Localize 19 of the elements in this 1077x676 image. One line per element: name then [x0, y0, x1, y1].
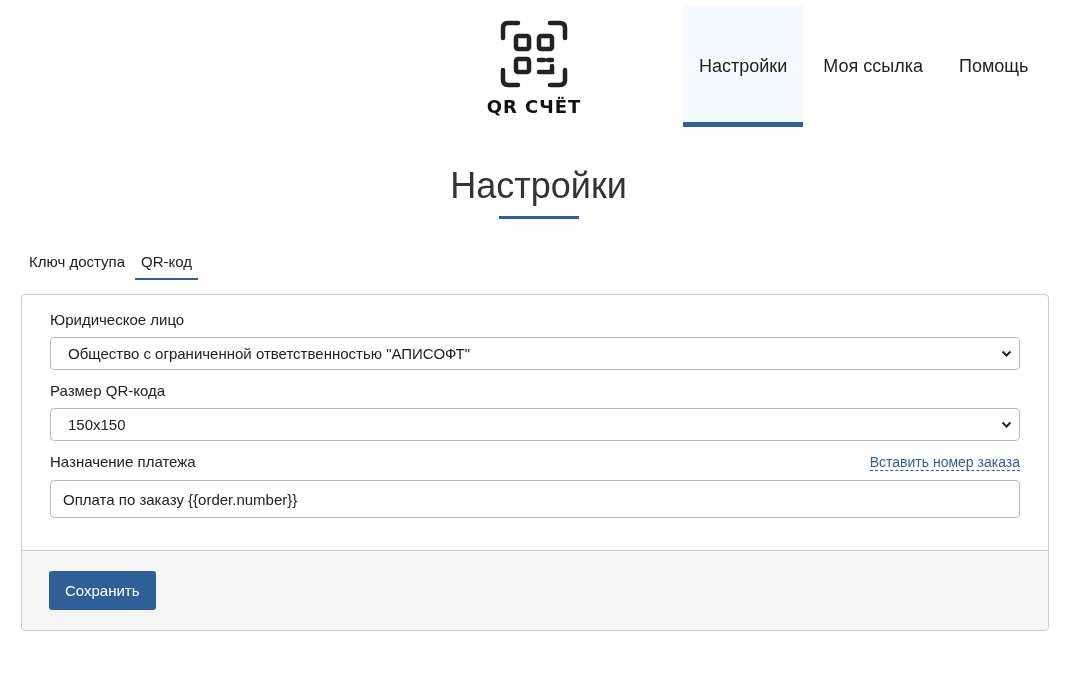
input-field[interactable]: Оплата по заказу {{order.number}} [50, 480, 1020, 518]
page-title: Настройки [450, 165, 627, 219]
field-label: Юридическое лицо [50, 311, 185, 328]
insert-order-number-link[interactable]: Вставить номер заказа [869, 454, 1020, 471]
qr-code-icon [500, 20, 568, 88]
nav-item[interactable]: Помощь [942, 6, 1045, 127]
chevron-down-icon [1001, 420, 1012, 429]
select-field[interactable]: Общество с ограниченной ответственностью "АПИСОФТ" [50, 337, 1020, 370]
logo[interactable]: QR СЧЁТ [488, 6, 580, 117]
save-button[interactable]: Сохранить [49, 571, 156, 610]
nav-item[interactable]: Настройки [683, 6, 804, 127]
logo-text: QR СЧЁТ [486, 96, 582, 117]
select-field[interactable]: 150x150 [50, 408, 1020, 441]
tab[interactable]: QR-код [135, 247, 198, 280]
chevron-down-icon [1001, 349, 1012, 358]
field-label: Назначение платежа [50, 453, 196, 470]
field-label: Размер QR-кода [50, 382, 166, 399]
tab[interactable]: Ключ доступа [23, 247, 131, 280]
nav-item[interactable]: Моя ссылка [807, 6, 939, 127]
